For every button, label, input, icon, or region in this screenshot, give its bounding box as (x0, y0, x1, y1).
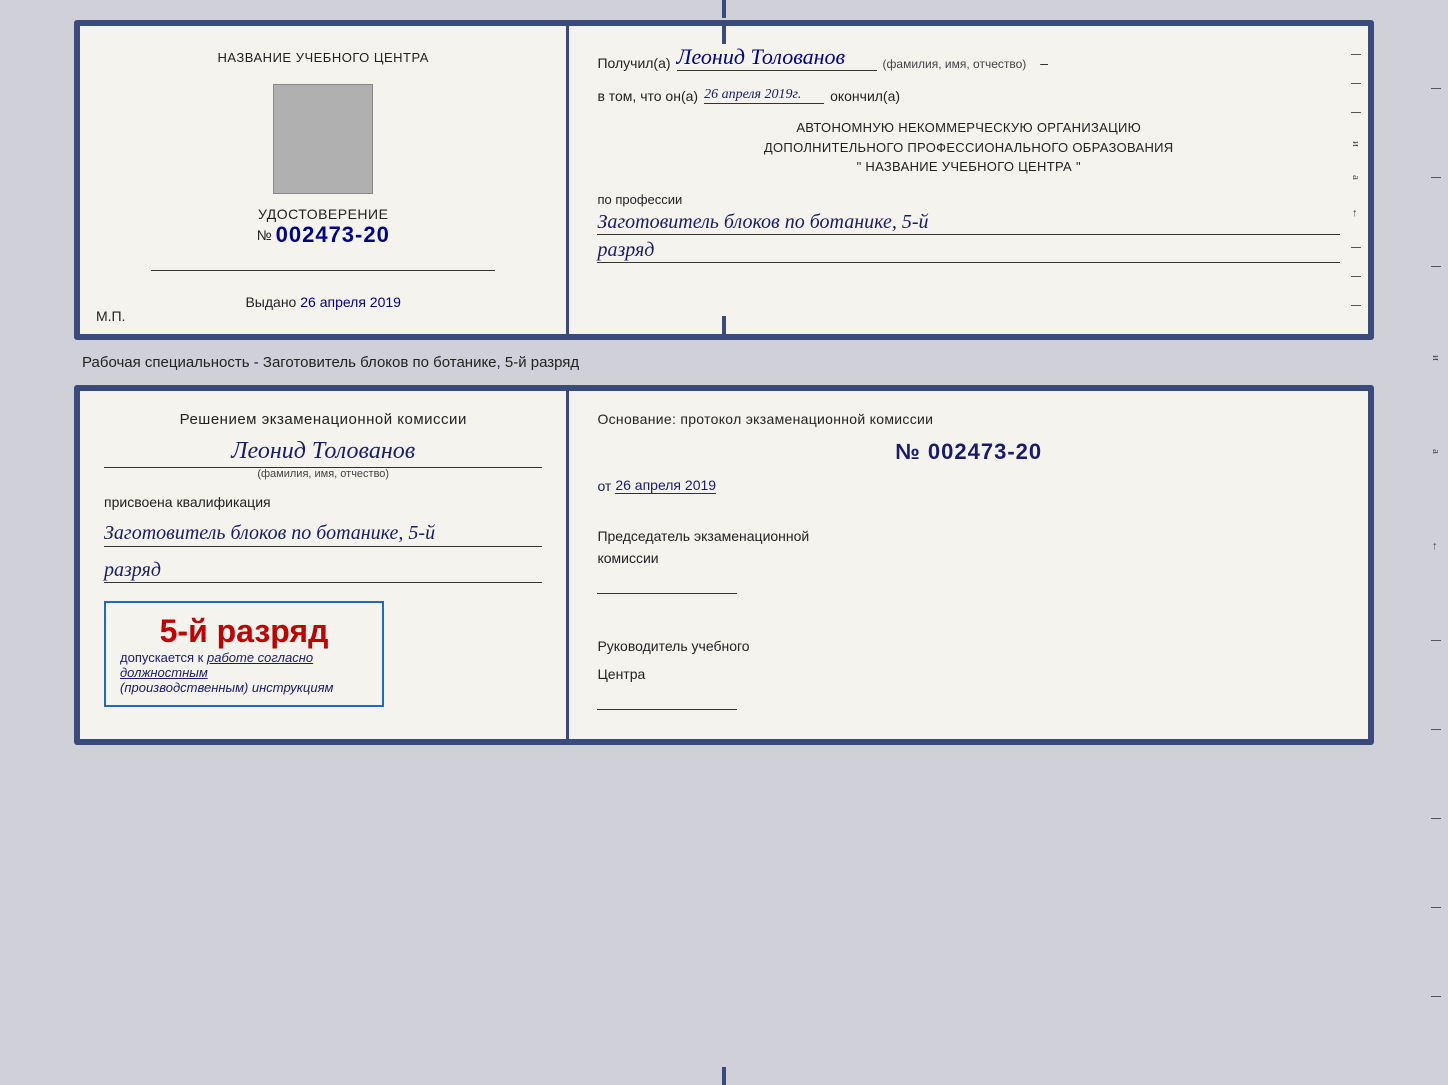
edge-dash-4 (1351, 247, 1361, 248)
qual-edge-dash-5 (1431, 729, 1441, 730)
qual-edge-letter-arrow: ← (1430, 541, 1442, 552)
qual-profession: Заготовитель блоков по ботанике, 5-й (104, 520, 542, 547)
profession-label: по профессии (597, 192, 682, 207)
center-signature-line (597, 686, 737, 710)
stamp-allowed-prefix: допускается к (120, 650, 203, 665)
edge-dash-6 (1351, 305, 1361, 306)
edge-dash-1 (1351, 54, 1361, 55)
commission-section: Председатель экзаменационной комиссии (597, 522, 1340, 594)
qual-person-section: Леонид Толованов (фамилия, имя, отчество… (104, 438, 542, 480)
vtom-prefix: в том, что он(а) (597, 88, 698, 104)
learning-center-title: НАЗВАНИЕ УЧЕБНОГО ЦЕНТРА (218, 50, 429, 65)
okончил-label: окончил(а) (830, 88, 900, 104)
document-wrapper: НАЗВАНИЕ УЧЕБНОГО ЦЕНТРА УДОСТОВЕРЕНИЕ №… (74, 20, 1374, 745)
qual-edge-dash-4 (1431, 640, 1441, 641)
from-prefix: от (597, 478, 611, 494)
center-head-2: Центра (597, 666, 1340, 682)
osnование-label: Основание: протокол экзаменационной коми… (597, 411, 1340, 427)
cert-right-panel: Получил(а) Леонид Толованов (фамилия, им… (569, 26, 1368, 334)
decision-title: Решением экзаменационной комиссии (104, 411, 542, 428)
assigned-label: присвоена квалификация (104, 494, 542, 510)
vtom-section: в том, что он(а) 26 апреля 2019г. окончи… (597, 87, 1340, 104)
stamp-allowed: допускается к работе согласно должностны… (120, 650, 368, 680)
org-block: АВТОНОМНУЮ НЕКОММЕРЧЕСКУЮ ОРГАНИЗАЦИЮ ДО… (597, 118, 1340, 177)
cert-label: УДОСТОВЕРЕНИЕ (257, 206, 390, 222)
mp-label: М.П. (96, 308, 126, 324)
qualification-card: Решением экзаменационной комиссии Леонид… (74, 385, 1374, 745)
edge-dash-3 (1351, 112, 1361, 113)
certificate-card: НАЗВАНИЕ УЧЕБНОГО ЦЕНТРА УДОСТОВЕРЕНИЕ №… (74, 20, 1374, 340)
qual-right-edge-marks: и а ← (1430, 0, 1442, 1085)
qual-person-name: Леонид Толованов (104, 438, 542, 468)
recipient-section: Получил(а) Леонид Толованов (фамилия, им… (597, 44, 1340, 71)
cert-number-prefix: № (257, 227, 272, 243)
qual-edge-dash-6 (1431, 818, 1441, 819)
edge-letter-i: и (1350, 141, 1362, 147)
qual-left-panel: Решением экзаменационной комиссии Леонид… (80, 391, 569, 739)
edge-dash-5 (1351, 276, 1361, 277)
edge-letter-a: а (1350, 175, 1362, 180)
edge-letter-arrow: ← (1350, 208, 1362, 219)
profession-block: по профессии Заготовитель блоков по бота… (597, 191, 1340, 263)
commission-signature-line (597, 570, 737, 594)
qual-edge-letter-i: и (1430, 355, 1442, 361)
qual-edge-dash-1 (1431, 88, 1441, 89)
center-head-1: Руководитель учебного (597, 638, 1340, 654)
protocol-number: № 002473-20 (597, 439, 1340, 465)
qual-edge-dash-8 (1431, 996, 1441, 997)
edge-dash-2 (1351, 83, 1361, 84)
qual-edge-letter-a: а (1430, 449, 1442, 454)
org-line1: АВТОНОМНУЮ НЕКОММЕРЧЕСКУЮ ОРГАНИЗАЦИЮ (597, 118, 1340, 138)
from-date-section: от 26 апреля 2019 (597, 477, 1340, 494)
razryad-value-top: разряд (597, 239, 1340, 263)
org-line3: " НАЗВАНИЕ УЧЕБНОГО ЦЕНТРА " (597, 157, 1340, 177)
vtom-date: 26 апреля 2019г. (704, 87, 824, 104)
cert-left-panel: НАЗВАНИЕ УЧЕБНОГО ЦЕНТРА УДОСТОВЕРЕНИЕ №… (80, 26, 569, 334)
qual-razryad: разряд (104, 559, 542, 583)
stamp-italic: (производственным) инструкциям (120, 680, 368, 695)
cert-number: 002473-20 (276, 222, 390, 248)
qual-fio-subtitle: (фамилия, имя, отчество) (104, 468, 542, 480)
issued-label: Выдано (245, 294, 296, 310)
commission-head-2: комиссии (597, 550, 1340, 566)
stamp-grade: 5-й разряд (120, 613, 368, 650)
specialty-line: Рабочая специальность - Заготовитель бло… (82, 354, 1374, 371)
received-prefix: Получил(а) (597, 55, 670, 71)
qual-edge-dash-3 (1431, 266, 1441, 267)
cert-number-section: УДОСТОВЕРЕНИЕ № 002473-20 (257, 206, 390, 248)
issued-line: Выдано 26 апреля 2019 (245, 294, 401, 310)
commission-head-1: Председатель экзаменационной (597, 528, 1340, 544)
profession-value: Заготовитель блоков по ботанике, 5-й (597, 211, 1340, 235)
stamp-box: 5-й разряд допускается к работе согласно… (104, 601, 384, 707)
fio-subtitle-top: (фамилия, имя, отчество) (883, 57, 1027, 71)
qual-edge-dash-2 (1431, 177, 1441, 178)
center-head-section: Руководитель учебного Центра (597, 626, 1340, 710)
photo-placeholder (273, 84, 373, 194)
org-line2: ДОПОЛНИТЕЛЬНОГО ПРОФЕССИОНАЛЬНОГО ОБРАЗО… (597, 138, 1340, 158)
recipient-name: Леонид Толованов (677, 44, 877, 71)
qual-right-panel: Основание: протокол экзаменационной коми… (569, 391, 1368, 739)
issued-date: 26 апреля 2019 (300, 294, 401, 310)
right-edge-marks: и а ← (1350, 26, 1362, 334)
from-date: 26 апреля 2019 (615, 477, 716, 494)
qual-edge-dash-7 (1431, 907, 1441, 908)
